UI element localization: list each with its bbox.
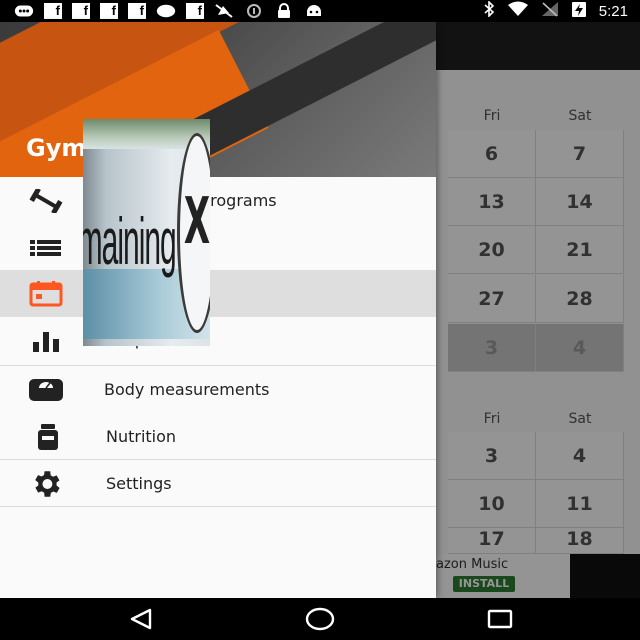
menu-item-nutrition[interactable]: Nutrition bbox=[0, 413, 436, 460]
dumbbell-icon bbox=[28, 188, 64, 214]
supplement-jar-icon bbox=[30, 423, 66, 450]
data-saver-icon bbox=[244, 4, 264, 18]
screen: f f f f f 5:21 Fri Sat 6 7 13 14 20 21 2… bbox=[0, 0, 640, 640]
bluetooth-icon bbox=[483, 0, 495, 21]
overlay-ad-image[interactable]: remaining X bbox=[83, 119, 210, 346]
scale-icon bbox=[28, 377, 64, 403]
android-icon bbox=[304, 4, 324, 18]
lock-icon bbox=[274, 3, 294, 18]
menu-item-label: programs bbox=[200, 191, 277, 210]
menu-item-programs[interactable]: programs bbox=[0, 177, 436, 224]
overlay-ad-text: remaining bbox=[83, 207, 177, 280]
recents-icon[interactable] bbox=[485, 606, 515, 632]
gear-icon bbox=[28, 470, 64, 497]
notification-icons: f f f f f bbox=[0, 0, 324, 22]
bar-chart-icon bbox=[28, 329, 64, 355]
menu-item-body-measurements[interactable]: Body measurements bbox=[0, 366, 436, 413]
close-icon[interactable]: X bbox=[177, 184, 210, 260]
back-icon[interactable] bbox=[126, 606, 156, 632]
home-icon[interactable] bbox=[305, 606, 335, 632]
drawer-header: Gym bbox=[0, 22, 436, 177]
system-icons: 5:21 bbox=[483, 0, 628, 22]
divider bbox=[0, 506, 436, 507]
menu-item-list[interactable]: s bbox=[0, 224, 436, 271]
wifi-icon bbox=[507, 1, 529, 21]
facebook-icon: f bbox=[186, 3, 204, 19]
facebook-icon: f bbox=[44, 3, 62, 19]
battery-charging-icon bbox=[571, 0, 587, 22]
menu-item-settings[interactable]: Settings bbox=[0, 460, 436, 507]
circle-icon bbox=[156, 4, 176, 18]
messages-icon bbox=[14, 4, 34, 18]
menu-item-label: Settings bbox=[106, 474, 172, 493]
navigation-drawer: Gym programs s Grap bbox=[0, 22, 436, 598]
app-title: Gym bbox=[26, 134, 87, 162]
facebook-icon: f bbox=[72, 3, 90, 19]
system-nav-bar bbox=[0, 598, 640, 640]
facebook-icon: f bbox=[100, 3, 118, 19]
calendar-icon bbox=[28, 280, 64, 307]
status-bar: f f f f f 5:21 bbox=[0, 0, 640, 22]
menu-item-label: Body measurements bbox=[104, 380, 270, 399]
facebook-icon: f bbox=[128, 3, 146, 19]
menu-item-graph[interactable]: Graph bbox=[0, 318, 436, 365]
list-icon bbox=[28, 235, 64, 261]
no-location-icon bbox=[214, 4, 234, 18]
menu-item-label: Nutrition bbox=[106, 427, 177, 446]
clock: 5:21 bbox=[598, 2, 628, 20]
no-sim-icon bbox=[541, 1, 559, 21]
menu-item-calendar[interactable] bbox=[0, 270, 436, 317]
